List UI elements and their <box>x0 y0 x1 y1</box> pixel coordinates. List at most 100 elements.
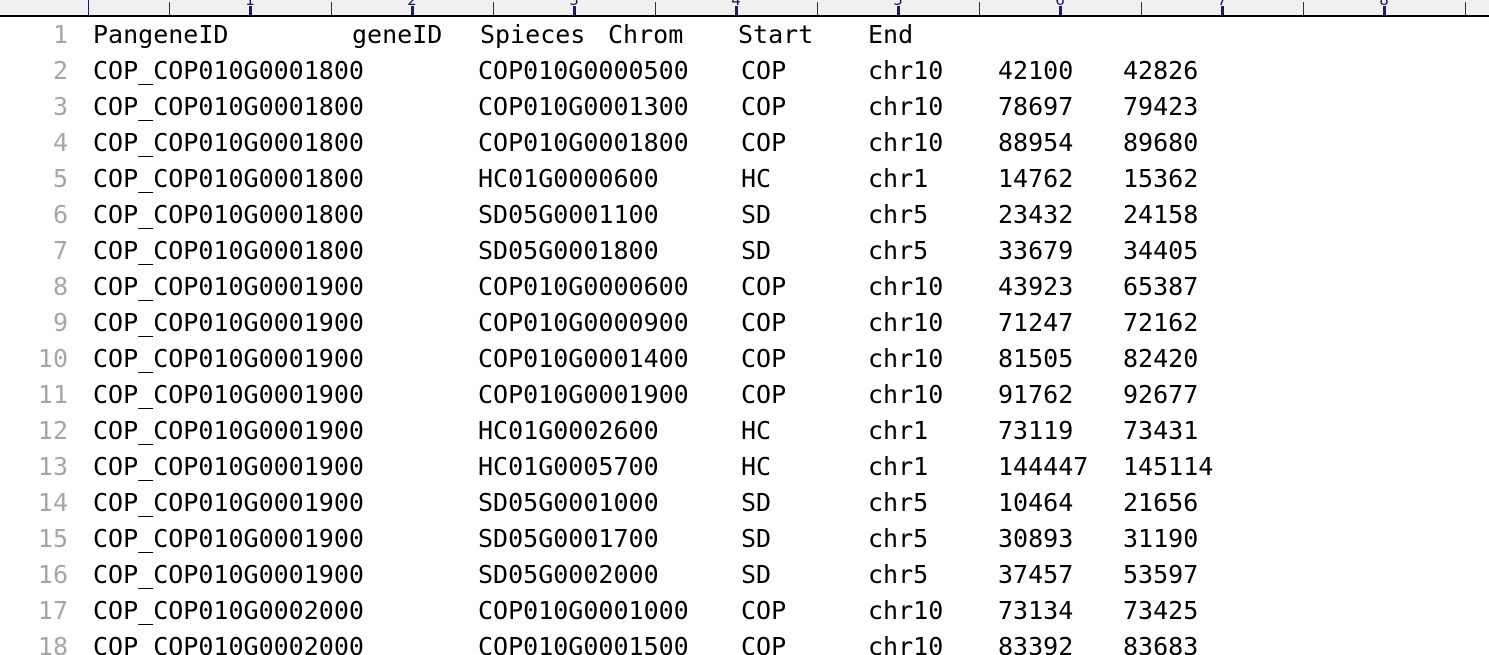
cell-start: 83392 <box>998 632 1074 655</box>
editor-line[interactable]: 11 COP_COP010G0001900 COP010G0001900 COP chr… <box>0 377 1489 413</box>
cell-pangene-id: COP_COP010G0002000 <box>93 596 364 625</box>
cell-gene-id: SD05G0001100 <box>478 200 659 229</box>
ruler-number-label: 2 <box>407 0 417 9</box>
editor-line[interactable]: 5 COP_COP010G0001800 HC01G0000600 HC chr1 147… <box>0 161 1489 197</box>
cell-pangene-id: COP_COP010G0001900 <box>93 380 364 409</box>
cell-chrom: chr5 <box>868 524 929 553</box>
cell-end: 73431 <box>1123 416 1199 445</box>
line-number: 4 <box>52 128 68 157</box>
cell-pangene-id: COP_COP010G0001900 <box>93 560 364 589</box>
cell-chrom: chr10 <box>868 92 944 121</box>
editor-line[interactable]: 12 COP_COP010G0001900 HC01G0002600 HC chr1 73… <box>0 413 1489 449</box>
ruler-minor-tick <box>1303 2 1304 15</box>
cell-end: 53597 <box>1123 560 1199 589</box>
cell-start: 43923 <box>998 272 1074 301</box>
header-gene-id: geneID <box>352 20 443 49</box>
ruler-number-label: 7 <box>1217 0 1227 9</box>
editor-line[interactable]: 4 COP_COP010G0001800 COP010G0001800 COP chr1… <box>0 125 1489 161</box>
line-number: 5 <box>52 164 68 193</box>
line-number: 2 <box>52 56 68 85</box>
cell-gene-id: SD05G0001000 <box>478 488 659 517</box>
editor-line[interactable]: 6 COP_COP010G0001800 SD05G0001100 SD chr5 234… <box>0 197 1489 233</box>
editor-line[interactable]: 15 COP_COP010G0001900 SD05G0001700 SD chr5 30… <box>0 521 1489 557</box>
cell-gene-id: COP010G0001800 <box>478 128 689 157</box>
ruler-minor-tick <box>493 2 494 15</box>
cell-species: COP <box>741 272 787 301</box>
cell-end: 21656 <box>1123 488 1199 517</box>
cell-gene-id: HC01G0002600 <box>478 416 659 445</box>
cell-pangene-id: COP_COP010G0001900 <box>93 524 364 553</box>
cell-chrom: chr10 <box>868 380 944 409</box>
cell-gene-id: COP010G0000900 <box>478 308 689 337</box>
cell-end: 24158 <box>1123 200 1199 229</box>
line-number: 3 <box>52 92 68 121</box>
editor-line[interactable]: 9 COP_COP010G0001900 COP010G0000900 COP chr1… <box>0 305 1489 341</box>
cell-start: 91762 <box>998 380 1074 409</box>
cell-gene-id: SD05G0002000 <box>478 560 659 589</box>
cell-start: 88954 <box>998 128 1074 157</box>
cell-end: 145114 <box>1123 452 1214 481</box>
editor-line[interactable]: 13 COP_COP010G0001900 HC01G0005700 HC chr1 14… <box>0 449 1489 485</box>
cell-gene-id: HC01G0005700 <box>478 452 659 481</box>
cell-pangene-id: COP_COP010G0001800 <box>93 92 364 121</box>
cell-gene-id: COP010G0001000 <box>478 596 689 625</box>
ruler-minor-tick <box>655 2 656 15</box>
cell-pangene-id: COP_COP010G0001900 <box>93 272 364 301</box>
cell-chrom: chr5 <box>868 560 929 589</box>
cell-pangene-id: COP_COP010G0001900 <box>93 308 364 337</box>
line-number: 1 <box>52 20 68 49</box>
ruler-number-label: 4 <box>731 0 741 9</box>
cell-pangene-id: COP_COP010G0001900 <box>93 416 364 445</box>
editor-line[interactable]: 2 COP_COP010G0001800 COP010G0000500 COP chr1… <box>0 53 1489 89</box>
ruler-minor-tick <box>1465 2 1466 15</box>
cell-start: 73119 <box>998 416 1074 445</box>
cell-pangene-id: COP_COP010G0001900 <box>93 452 364 481</box>
cell-pangene-id: COP_COP010G0002000 <box>93 632 364 655</box>
ruler-minor-tick <box>1141 2 1142 15</box>
cell-start: 73134 <box>998 596 1074 625</box>
ruler-minor-tick <box>979 2 980 15</box>
cell-pangene-id: COP_COP010G0001800 <box>93 56 364 85</box>
editor-line[interactable]: 17 COP_COP010G0002000 COP010G0001000 COP chr… <box>0 593 1489 629</box>
cell-species: SD <box>741 488 772 517</box>
cell-end: 82420 <box>1123 344 1199 373</box>
cell-species: COP <box>741 308 787 337</box>
header-pangene-id: PangeneID <box>93 20 229 49</box>
cell-species: COP <box>741 344 787 373</box>
horizontal-ruler[interactable]: 1 2 3 4 5 6 7 8 <box>0 0 1489 17</box>
cell-chrom: chr10 <box>868 308 944 337</box>
editor-line[interactable]: 16 COP_COP010G0001900 SD05G0002000 SD chr5 37… <box>0 557 1489 593</box>
cell-chrom: chr5 <box>868 236 929 265</box>
cell-start: 144447 <box>998 452 1089 481</box>
editor-line[interactable]: 10 COP_COP010G0001900 COP010G0001400 COP chr… <box>0 341 1489 377</box>
editor-line[interactable]: 7 COP_COP010G0001800 SD05G0001800 SD chr5 336… <box>0 233 1489 269</box>
cell-gene-id: COP010G0000600 <box>478 272 689 301</box>
line-number: 10 <box>37 344 68 373</box>
editor-line-header[interactable]: 1 PangeneID geneID Spieces Chrom Start End <box>0 17 1489 53</box>
ruler-number-label: 6 <box>1055 0 1065 9</box>
line-number: 8 <box>52 272 68 301</box>
header-start: Start <box>738 20 814 49</box>
cell-pangene-id: COP_COP010G0001800 <box>93 128 364 157</box>
cell-species: HC <box>741 416 772 445</box>
cell-chrom: chr5 <box>868 488 929 517</box>
header-chrom: Chrom <box>608 20 684 49</box>
cell-end: 92677 <box>1123 380 1199 409</box>
cell-species: COP <box>741 632 787 655</box>
cell-chrom: chr10 <box>868 128 944 157</box>
cell-pangene-id: COP_COP010G0001900 <box>93 488 364 517</box>
editor-text-area[interactable]: 1 PangeneID geneID Spieces Chrom Start End 2 COP… <box>0 17 1489 655</box>
editor-line[interactable]: 14 COP_COP010G0001900 SD05G0001000 SD chr5 10… <box>0 485 1489 521</box>
line-number: 12 <box>37 416 68 445</box>
ruler-minor-tick <box>817 2 818 15</box>
header-species: Spieces <box>480 20 586 49</box>
cell-species: SD <box>741 236 772 265</box>
cell-chrom: chr10 <box>868 632 944 655</box>
cell-chrom: chr10 <box>868 272 944 301</box>
cell-gene-id: COP010G0001300 <box>478 92 689 121</box>
editor-line[interactable]: 3 COP_COP010G0001800 COP010G0001300 COP chr1… <box>0 89 1489 125</box>
cell-end: 79423 <box>1123 92 1199 121</box>
editor-line[interactable]: 8 COP_COP010G0001900 COP010G0000600 COP chr1… <box>0 269 1489 305</box>
line-number: 7 <box>52 236 68 265</box>
editor-line[interactable]: 18 COP_COP010G0002000 COP010G0001500 COP chr… <box>0 629 1489 655</box>
